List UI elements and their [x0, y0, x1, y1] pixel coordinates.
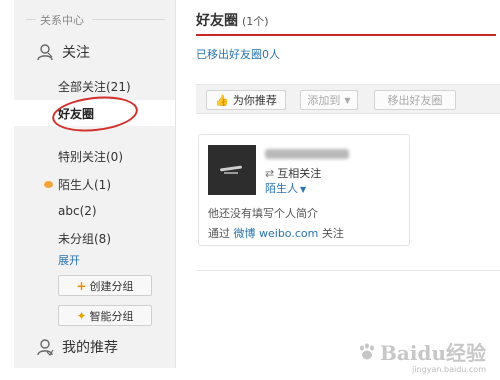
- add-to-button[interactable]: 添加到 ▼: [300, 90, 358, 110]
- remove-label: 移出好友圈: [387, 94, 443, 107]
- mutual-label: 互相关注: [277, 167, 322, 180]
- create-group-button[interactable]: + 创建分组: [58, 275, 152, 296]
- main-panel: 好友圈 (1个) 已移出好友圈0人 👍 为你推荐 添加到 ▼ 移出好友圈 ⇄ 互…: [178, 0, 500, 368]
- sidebar-item-label: 未分组(8): [58, 231, 111, 246]
- sidebar-item-my-recommend[interactable]: 我的推荐: [14, 334, 175, 360]
- divider: [92, 19, 165, 20]
- page-title-text: 好友圈: [196, 13, 238, 29]
- paw-icon: [360, 342, 374, 359]
- group-tag-dropdown[interactable]: 陌生人 ▼: [265, 180, 306, 196]
- toolbar: 👍 为你推荐 添加到 ▼ 移出好友圈: [196, 84, 500, 114]
- expand-label: 展开: [58, 254, 80, 267]
- smart-group-label: 智能分组: [89, 309, 134, 323]
- sidebar-item-special[interactable]: 特别关注(0): [14, 144, 175, 168]
- divider: [196, 270, 500, 271]
- sidebar-item-abc[interactable]: abc(2): [14, 199, 175, 223]
- sidebar-item-label: 关注: [62, 45, 90, 61]
- sidebar-item-strangers[interactable]: 陌生人(1): [14, 172, 175, 196]
- sidebar: 关系中心 关注 全部关注(21) 好友圈 特别关注(0) 陌生人(1) abc(…: [14, 0, 176, 368]
- sidebar-item-follow[interactable]: 关注: [14, 40, 175, 64]
- blurred-username[interactable]: [265, 149, 349, 159]
- recommend-button[interactable]: 👍 为你推荐: [206, 90, 286, 110]
- sidebar-item-label: 全部关注(21): [58, 79, 131, 94]
- recommend-label: 为你推荐: [232, 94, 277, 107]
- group-tag-label: 陌生人: [265, 182, 298, 195]
- person-icon: [37, 339, 54, 356]
- add-to-label: 添加到: [307, 94, 341, 107]
- expand-link[interactable]: 展开: [14, 250, 175, 270]
- mutual-follow-status: ⇄ 互相关注: [265, 165, 321, 181]
- weibo-link[interactable]: 微博 weibo.com: [234, 227, 319, 240]
- sidebar-item-label: 陌生人(1): [58, 177, 111, 192]
- avatar[interactable]: [208, 145, 256, 195]
- watermark-url: jingyan.baidu.com: [412, 365, 486, 374]
- user-bio: 他还没有填写个人简介: [208, 207, 318, 220]
- eye-icon: [44, 180, 53, 188]
- thumbs-up-icon: 👍: [215, 93, 229, 107]
- avatar-mark: [224, 172, 238, 174]
- relations-center-header: 关系中心: [26, 12, 165, 27]
- sidebar-item-label: abc(2): [58, 204, 97, 218]
- baidu-watermark: Baidu经验: [357, 337, 486, 366]
- follow-source: 通过 微博 weibo.com 关注: [208, 225, 344, 241]
- magic-wand-icon: ✦: [76, 308, 87, 323]
- dropdown-arrow-icon: ▼: [300, 185, 307, 194]
- remove-from-circle-button[interactable]: 移出好友圈: [374, 90, 456, 110]
- via-suffix: 关注: [321, 227, 344, 240]
- section-title: 关系中心: [40, 14, 84, 27]
- removed-link[interactable]: 已移出好友圈0人: [196, 46, 280, 62]
- page-title: 好友圈 (1个): [196, 10, 269, 30]
- member-count: (1个): [242, 15, 269, 28]
- user-card: ⇄ 互相关注 陌生人 ▼ 他还没有填写个人简介 通过 微博 weibo.com 关…: [198, 134, 410, 246]
- dropdown-arrow-icon: ▼: [344, 95, 351, 105]
- sidebar-item-label: 特别关注(0): [58, 149, 123, 164]
- sidebar-item-ungrouped[interactable]: 未分组(8): [14, 226, 175, 250]
- create-group-label: 创建分组: [89, 279, 134, 293]
- smart-group-button[interactable]: ✦ 智能分组: [58, 305, 152, 326]
- sidebar-item-all-following[interactable]: 全部关注(21): [14, 74, 175, 98]
- divider: [26, 19, 36, 20]
- title-underline: [196, 34, 496, 36]
- swap-icon: ⇄: [265, 166, 275, 180]
- person-icon: [37, 44, 53, 61]
- via-prefix: 通过: [208, 227, 230, 240]
- sidebar-item-label: 我的推荐: [62, 340, 118, 356]
- avatar-mark: [219, 165, 243, 172]
- watermark-text: Baidu经验: [380, 341, 486, 365]
- plus-icon: +: [76, 278, 87, 293]
